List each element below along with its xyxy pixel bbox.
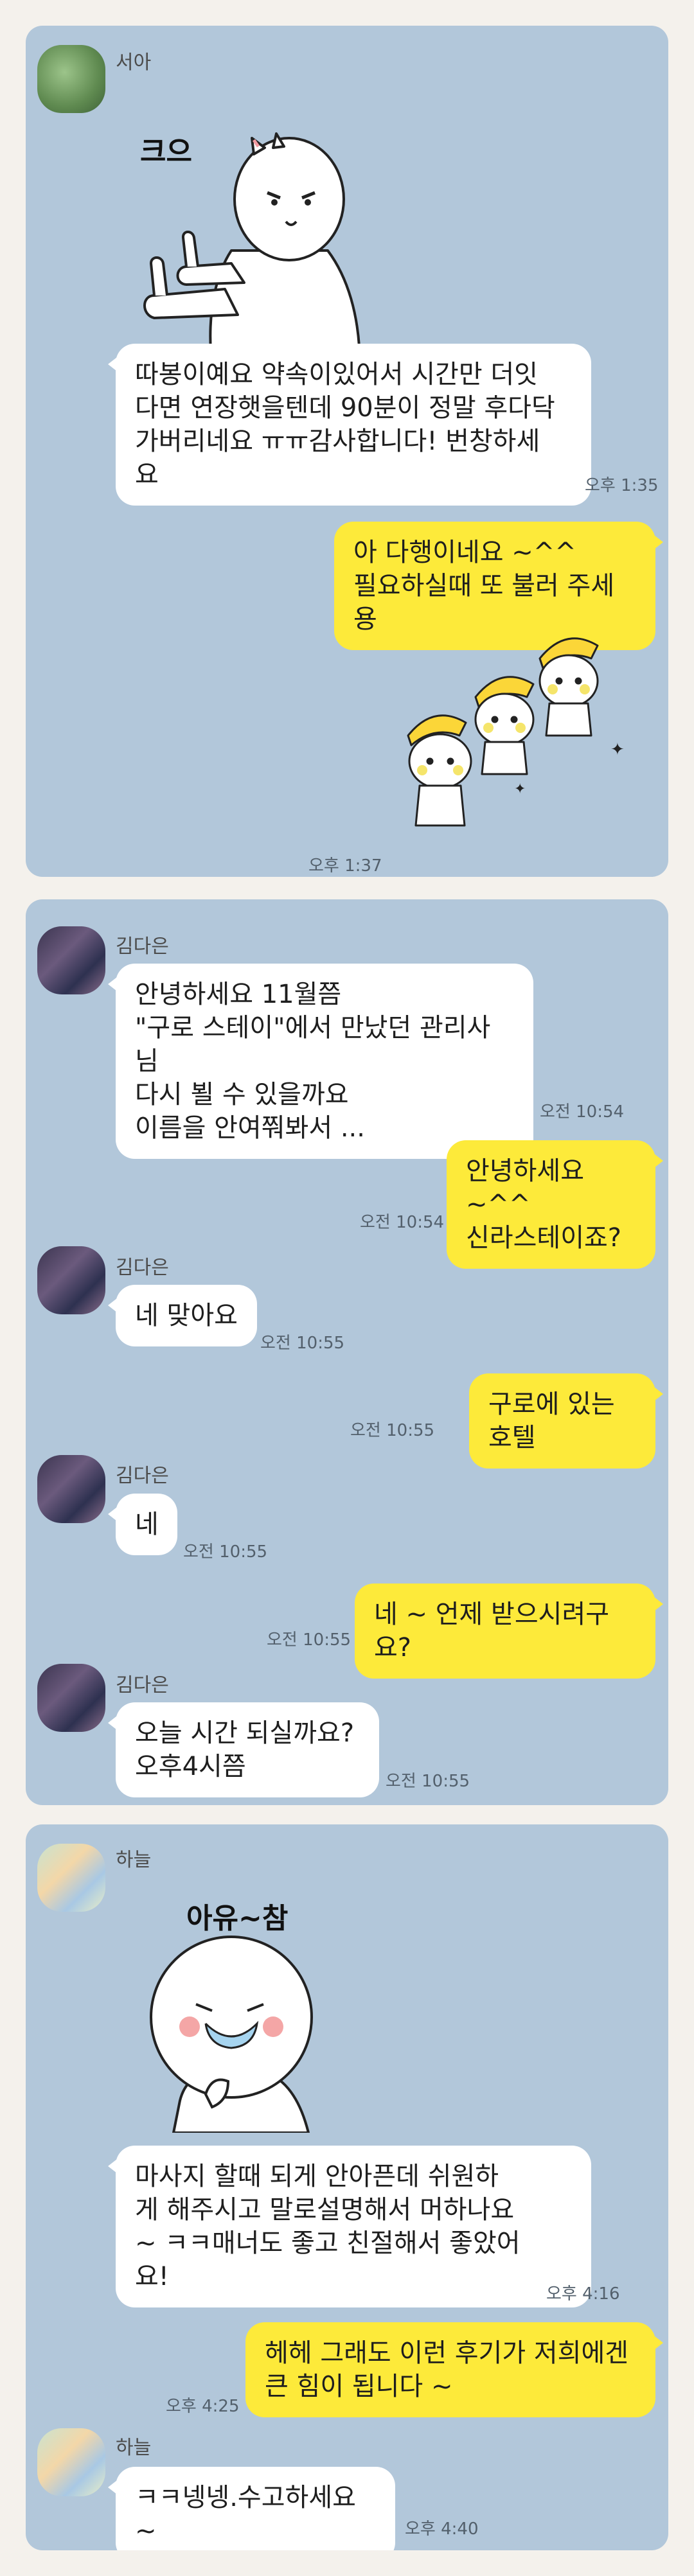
avatar[interactable] — [37, 1455, 105, 1523]
message-time: 오후 4:25 — [166, 2397, 240, 2416]
message-bubble[interactable]: 네 맞아요 — [108, 1285, 257, 1346]
reply-bubble[interactable]: 네 ~ 언제 받으시려구요? — [355, 1584, 663, 1679]
avatar[interactable] — [37, 1844, 105, 1912]
message-time: 오후 4:40 — [405, 2519, 479, 2539]
reply-bubble[interactable]: 헤헤 그래도 이런 후기가 저희에겐 큰 힘이 됩니다 ~ — [245, 2322, 663, 2417]
message-bubble[interactable]: 안녕하세요 11월쯤 "구로 스테이"에서 만났던 관리사님 다시 뵐 수 있을… — [108, 964, 533, 1159]
reply-bubble[interactable]: 구로에 있는 호텔 — [469, 1373, 663, 1469]
avatar[interactable] — [37, 2428, 105, 2496]
message-bubble[interactable]: 따봉이예요 약속이있어서 시간만 더잇 다면 연장햇을텐데 90분이 정말 후다… — [108, 344, 591, 506]
message-bubble[interactable]: 오늘 시간 되실까요? 오후4시쯤 — [108, 1702, 379, 1797]
message-time: 오전 10:55 — [260, 1334, 345, 1353]
svg-text:✦: ✦ — [610, 740, 625, 759]
message-time: 오전 10:54 — [360, 1213, 445, 1232]
message-time: 오후 1:35 — [585, 476, 659, 495]
message-bubble[interactable]: 네 — [108, 1494, 177, 1555]
message-time: 오전 10:55 — [267, 1630, 351, 1650]
chat-screenshot-3: 하늘 아유~참 마사지 할때 되게 안아픈데 쉬원하 게 해주시고 말로설명해서… — [26, 1824, 668, 2550]
reply-bubble[interactable]: 안녕하세요 ~^^ 신라스테이죠? — [447, 1140, 663, 1269]
round-face-sticker[interactable]: 아유~참 — [116, 1889, 347, 2134]
avatar[interactable] — [37, 926, 105, 994]
message-time: 오전 10:55 — [183, 1542, 268, 1562]
message-time: 오후 4:16 — [546, 2284, 620, 2304]
message-bubble[interactable]: 마사지 할때 되게 안아픈데 쉬원하 게 해주시고 말로설명해서 머하나요 ~ … — [108, 2146, 591, 2307]
sender-name: 김다은 — [116, 1465, 169, 1487]
message-time: 오전 10:55 — [386, 1772, 470, 1791]
banana-bear-sticker[interactable]: ✦ ✦ — [398, 626, 655, 838]
message-time: 오전 10:54 — [540, 1102, 625, 1122]
sender-name: 김다은 — [116, 1257, 169, 1279]
avatar[interactable] — [37, 1246, 105, 1314]
message-time: 오전 10:55 — [350, 1421, 435, 1440]
sticker-caption: 아유~참 — [186, 1902, 289, 1935]
sender-name: 하늘 — [116, 1849, 152, 1871]
avatar[interactable] — [37, 1664, 105, 1732]
sender-name: 김다은 — [116, 1674, 169, 1697]
chat-screenshot-2: 김다은 안녕하세요 11월쯤 "구로 스테이"에서 만났던 관리사님 다시 뵐 … — [26, 899, 668, 1805]
sender-name: 서아 — [116, 51, 152, 74]
chat-screenshot-1: 서아 크으 따봉이예요 약속이있어서 시간만 더잇 다면 연장햇을텐데 90분이… — [26, 26, 668, 877]
avatar[interactable] — [37, 45, 105, 113]
sender-name: 김다은 — [116, 935, 169, 958]
svg-text:✦: ✦ — [514, 781, 526, 797]
sticker-caption: 크으 — [140, 136, 192, 168]
sticker-time: 오후 1:37 — [308, 856, 382, 876]
sender-name: 하늘 — [116, 2437, 152, 2459]
message-bubble[interactable]: ㅋㅋ넹넹.수고하세요~ — [108, 2467, 395, 2550]
banana-bear-icon: ✦ ✦ — [407, 637, 625, 827]
thumbs-up-cat-sticker[interactable]: 크으 — [116, 103, 386, 373]
